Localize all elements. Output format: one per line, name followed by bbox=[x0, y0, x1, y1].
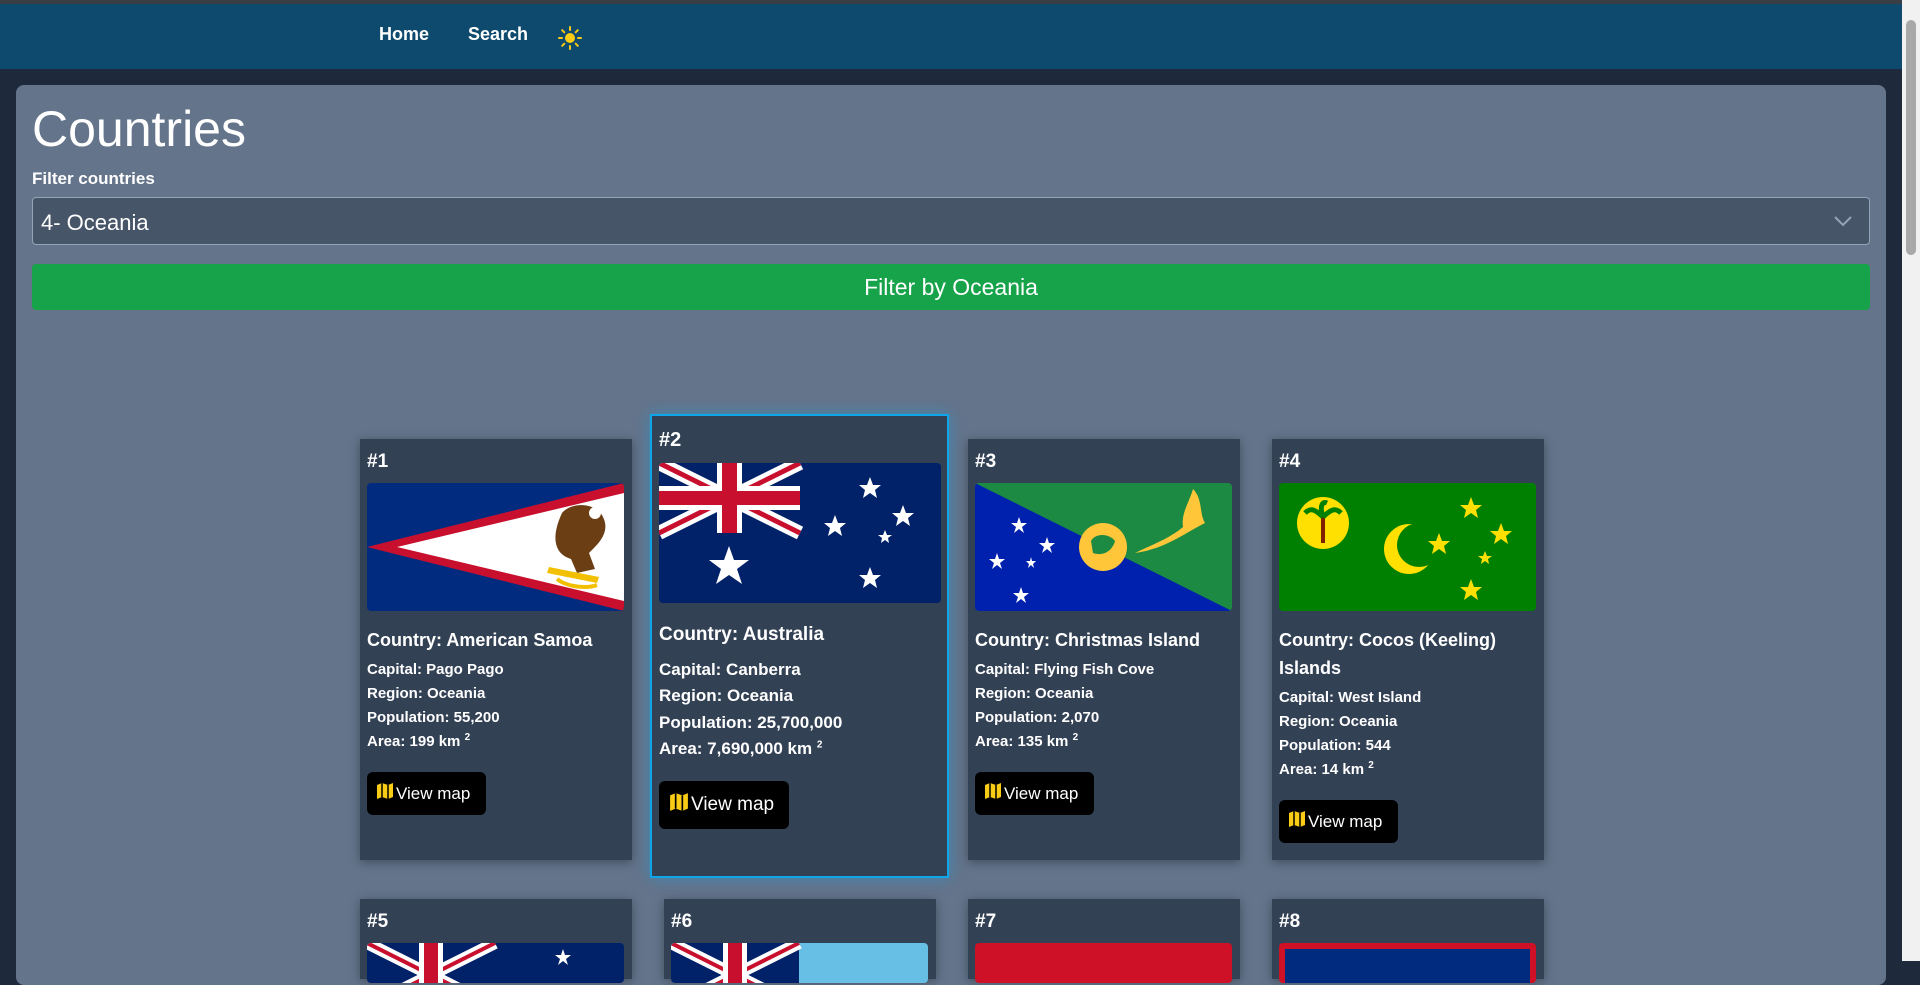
nav-home-link[interactable]: Home bbox=[379, 24, 429, 45]
card-area: Area: 14 km 2 bbox=[1279, 760, 1374, 778]
flag-cocos-islands bbox=[1279, 483, 1536, 611]
view-map-button[interactable]: View map bbox=[659, 781, 789, 829]
view-map-button[interactable]: View map bbox=[975, 772, 1094, 815]
card-area: Area: 7,690,000 km 2 bbox=[659, 739, 822, 759]
card-area-value: Area: 199 km bbox=[367, 733, 461, 750]
card-number: #4 bbox=[1279, 451, 1301, 472]
card-number: #2 bbox=[659, 429, 682, 451]
country-card-3: #3 Country: Christmas Island Capital: Fl… bbox=[968, 439, 1240, 860]
map-icon bbox=[984, 782, 1002, 805]
card-number: #8 bbox=[1279, 911, 1301, 932]
card-region: Region: Oceania bbox=[367, 685, 486, 702]
country-card-2: #2 Country: Australia Capital: Canberra … bbox=[650, 414, 949, 878]
card-population: Population: 544 bbox=[1279, 737, 1391, 754]
scrollbar-thumb[interactable] bbox=[1906, 20, 1916, 255]
country-card-5: #5 bbox=[360, 899, 632, 983]
country-card-8: #8 bbox=[1272, 899, 1544, 983]
view-map-button[interactable]: View map bbox=[1279, 800, 1398, 843]
view-map-label: View map bbox=[691, 794, 775, 815]
nav-search-link[interactable]: Search bbox=[468, 24, 528, 45]
view-map-button[interactable]: View map bbox=[367, 772, 486, 815]
card-area-sup: 2 bbox=[816, 739, 823, 751]
card-capital: Capital: Canberra bbox=[659, 660, 801, 679]
card-population: Population: 55,200 bbox=[367, 709, 500, 726]
card-area: Area: 199 km 2 bbox=[367, 732, 470, 750]
flag-image bbox=[1279, 943, 1536, 983]
view-map-label: View map bbox=[1004, 783, 1079, 803]
flag-australia bbox=[659, 463, 941, 603]
card-capital: Capital: West Island bbox=[1279, 689, 1422, 706]
card-area: Area: 135 km 2 bbox=[975, 732, 1078, 750]
page-title: Countries bbox=[32, 101, 246, 157]
card-number: #3 bbox=[975, 451, 997, 472]
vertical-scrollbar[interactable] bbox=[1902, 0, 1920, 961]
filter-button[interactable]: Filter by Oceania bbox=[32, 264, 1870, 310]
filter-label: Filter countries bbox=[32, 169, 155, 188]
view-map-label: View map bbox=[1308, 811, 1383, 831]
card-region: Region: Oceania bbox=[1279, 713, 1398, 730]
flag-christmas-island bbox=[975, 483, 1232, 611]
flag-image bbox=[367, 943, 624, 983]
card-country: Country: Christmas Island bbox=[975, 630, 1201, 650]
view-map-label: View map bbox=[396, 783, 471, 803]
map-icon bbox=[669, 792, 689, 818]
region-select-value: 4- Oceania bbox=[41, 210, 149, 235]
card-number: #5 bbox=[367, 911, 389, 932]
country-card-7: #7 bbox=[968, 899, 1240, 983]
country-card-6: #6 bbox=[664, 899, 936, 983]
card-region: Region: Oceania bbox=[659, 686, 794, 705]
card-number: #1 bbox=[367, 451, 389, 472]
card-number: #7 bbox=[975, 911, 997, 932]
country-card-1: #1 Country: American Samoa Capital: Pago… bbox=[360, 439, 632, 860]
flag-image bbox=[975, 943, 1232, 983]
card-country: Country: Cocos (Keeling) Islands bbox=[1279, 630, 1497, 678]
card-population: Population: 2,070 bbox=[975, 709, 1100, 726]
map-icon bbox=[1288, 810, 1306, 833]
region-select[interactable]: 4- Oceania bbox=[32, 197, 1870, 245]
flag-american-samoa bbox=[367, 483, 624, 611]
card-area-sup: 2 bbox=[1368, 760, 1374, 771]
country-card-4: #4 Country: Cocos (Keeling) Islands Capi… bbox=[1272, 439, 1544, 860]
navbar: Home Search bbox=[0, 4, 1902, 69]
card-country: Country: American Samoa bbox=[367, 630, 593, 650]
card-number: #6 bbox=[671, 911, 693, 932]
card-region: Region: Oceania bbox=[975, 685, 1094, 702]
sun-icon[interactable] bbox=[558, 26, 582, 50]
card-area-value: Area: 135 km bbox=[975, 733, 1069, 750]
card-area-sup: 2 bbox=[1072, 732, 1079, 743]
flag-image bbox=[671, 943, 928, 983]
map-icon bbox=[376, 782, 394, 805]
card-capital: Capital: Pago Pago bbox=[367, 661, 504, 678]
card-area-value: Area: 7,690,000 km bbox=[659, 739, 813, 758]
main-panel: Countries Filter countries 4- Oceania Fi… bbox=[16, 85, 1886, 985]
card-capital: Capital: Flying Fish Cove bbox=[975, 661, 1155, 678]
chevron-down-icon bbox=[1833, 214, 1853, 228]
card-area-sup: 2 bbox=[464, 732, 471, 743]
card-country: Country: Australia bbox=[659, 624, 825, 645]
card-population: Population: 25,700,000 bbox=[659, 713, 843, 732]
card-area-value: Area: 14 km bbox=[1279, 761, 1365, 778]
